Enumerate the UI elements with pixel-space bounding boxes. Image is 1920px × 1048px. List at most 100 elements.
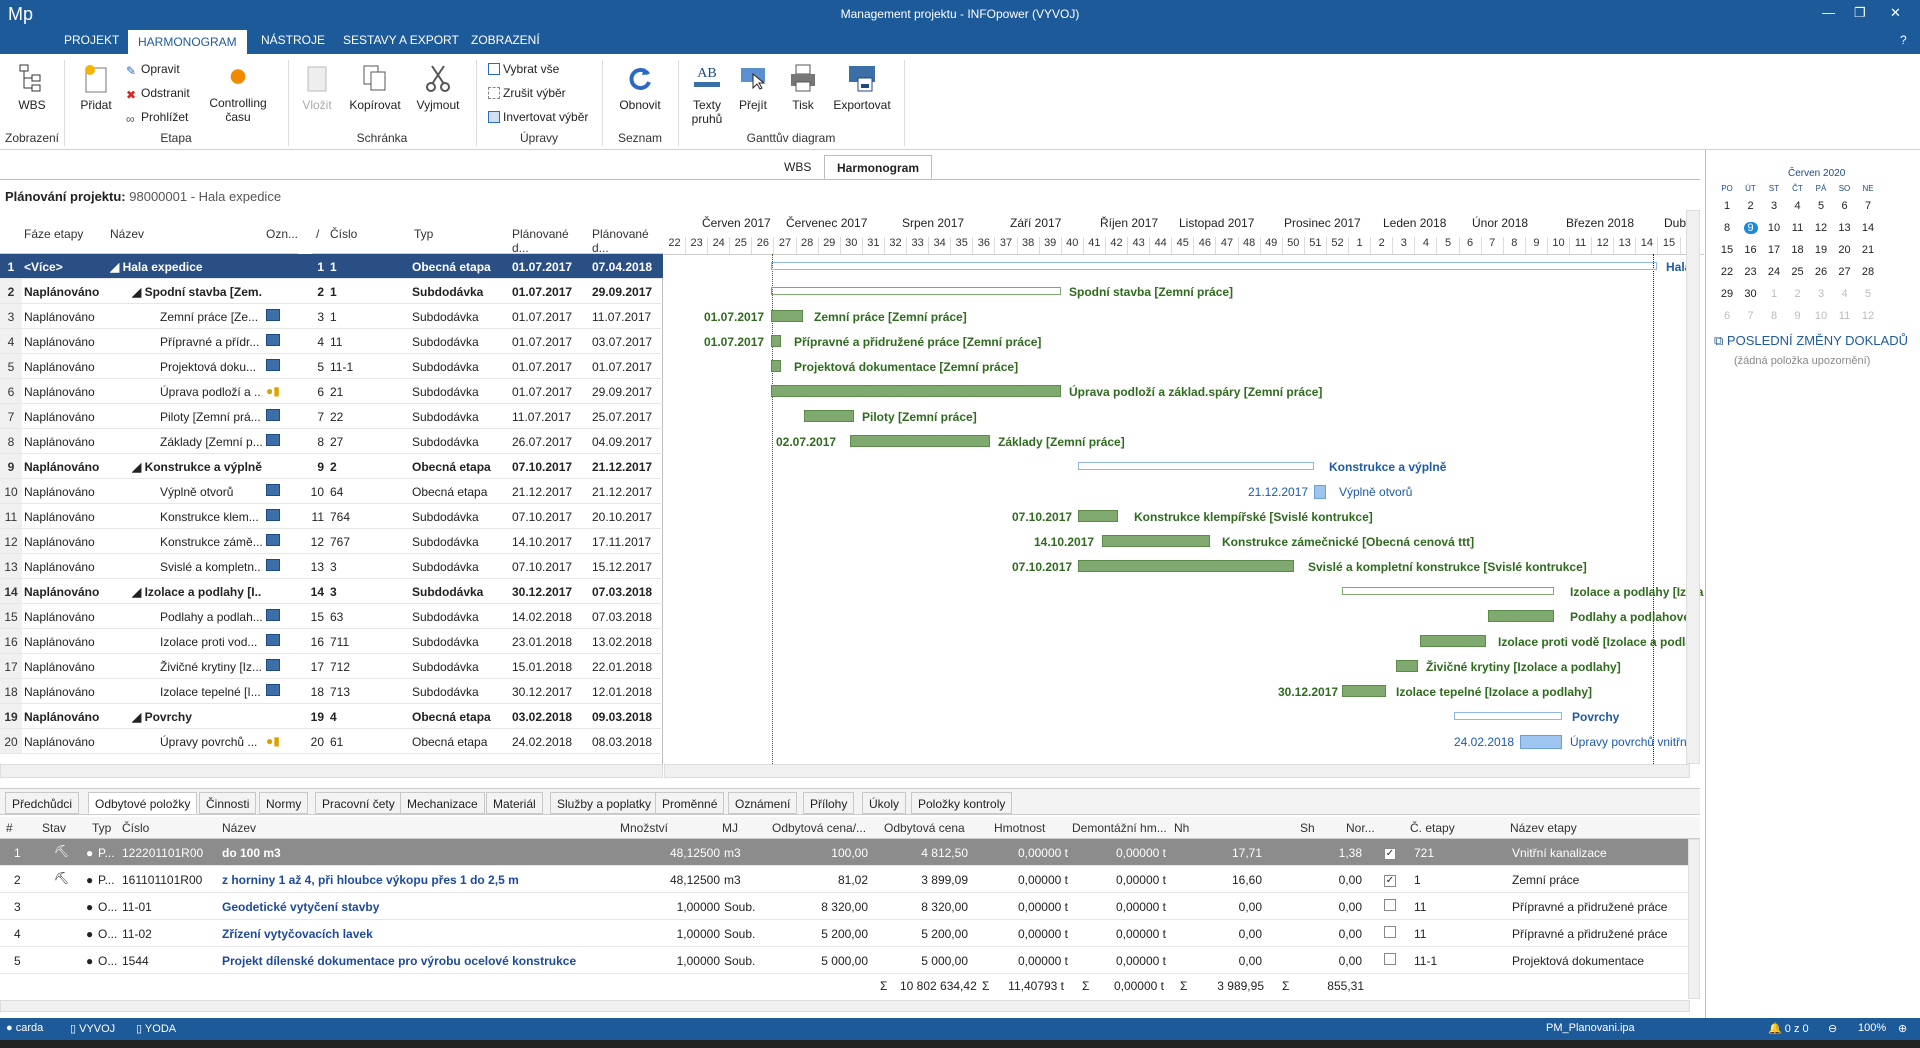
- detail-tab[interactable]: Proměnné: [655, 792, 725, 814]
- column-header[interactable]: Sh: [1300, 821, 1315, 835]
- calendar-day[interactable]: 23: [1740, 266, 1762, 278]
- gantt-bar[interactable]: [771, 335, 781, 347]
- col-cislo[interactable]: Číslo: [326, 210, 410, 254]
- column-header[interactable]: Název etapy: [1510, 821, 1577, 835]
- minimize-button[interactable]: —: [1822, 5, 1835, 20]
- prohlizet-button[interactable]: ∞ Prohlížet: [126, 110, 188, 126]
- grid-row[interactable]: 4 Naplánováno Přípravné a přídr... 4 11 Subdo…: [0, 329, 663, 354]
- calendar-day[interactable]: 24: [1763, 266, 1785, 278]
- gantt-bar[interactable]: [804, 410, 854, 422]
- table-row[interactable]: 3 ● O... 11-01 Geodetické vytyčení stavby 1,0…: [0, 893, 1688, 920]
- gantt-bar[interactable]: [771, 262, 1657, 270]
- grid-row[interactable]: 12 Naplánováno Konstrukce zámě... 12 767 Subd…: [0, 529, 663, 554]
- column-header[interactable]: #: [6, 821, 13, 835]
- calendar-day[interactable]: 1: [1763, 288, 1785, 300]
- zoom-out-button[interactable]: ⊖: [1828, 1022, 1837, 1035]
- calendar-day[interactable]: 11: [1787, 222, 1809, 234]
- calendar-day[interactable]: 5: [1857, 288, 1879, 300]
- column-header[interactable]: MJ: [722, 821, 738, 835]
- grid-row[interactable]: 3 Naplánováno Zemní práce [Ze... 3 1 Subdodáv…: [0, 304, 663, 329]
- calendar-day[interactable]: 10: [1763, 222, 1785, 234]
- grid-row[interactable]: 16 Naplánováno Izolace proti vod... 16 711 Su…: [0, 629, 663, 654]
- col-faze[interactable]: Fáze etapy: [20, 210, 106, 254]
- calendar-day[interactable]: 6: [1716, 310, 1738, 322]
- col-ozn[interactable]: Ozn...: [262, 210, 298, 254]
- obnovit-button[interactable]: Obnovit: [616, 62, 664, 112]
- gantt-bar[interactable]: [1342, 685, 1386, 697]
- column-header[interactable]: Nh: [1174, 821, 1189, 835]
- grid-row[interactable]: 6 Naplánováno Úprava podloží a ... ●▮ 6 21 Sub…: [0, 379, 663, 404]
- calendar-day[interactable]: 28: [1857, 266, 1879, 278]
- gantt-bar[interactable]: [1396, 660, 1418, 672]
- close-button[interactable]: ✕: [1890, 5, 1901, 21]
- grid-row[interactable]: 9 Naplánováno ◢ Konstrukce a výplně 9 2 Obecn…: [0, 454, 663, 479]
- grid-row[interactable]: 10 Naplánováno Výplně otvorů 10 64 Obecná eta…: [0, 479, 663, 504]
- column-header[interactable]: Název: [222, 821, 256, 835]
- calendar-day[interactable]: 25: [1787, 266, 1809, 278]
- gantt-bar[interactable]: [771, 360, 781, 372]
- detail-tab[interactable]: Položky kontroly: [911, 792, 1013, 814]
- view-tab-wbs[interactable]: WBS: [772, 155, 823, 180]
- calendar-day[interactable]: 13: [1834, 222, 1856, 234]
- odstranit-button[interactable]: ✖ Odstranit: [126, 86, 190, 102]
- zoom-in-button[interactable]: ⊕: [1898, 1022, 1907, 1035]
- calendar-day[interactable]: 8: [1763, 310, 1785, 322]
- col-plan-od[interactable]: Plánované d...: [508, 210, 588, 255]
- gantt-bar[interactable]: [1314, 485, 1326, 499]
- invertovat-button[interactable]: Invertovat výběr: [488, 110, 588, 124]
- detail-tab[interactable]: Materiál: [486, 792, 543, 814]
- norm-checkbox[interactable]: ✓: [1384, 845, 1396, 860]
- vyjmout-button[interactable]: Vyjmout: [414, 62, 462, 112]
- column-header[interactable]: Hmotnost: [994, 821, 1045, 835]
- calendar-day[interactable]: 22: [1716, 266, 1738, 278]
- column-header[interactable]: Demontážní hm...: [1072, 821, 1167, 835]
- prejit-button[interactable]: Přejít: [736, 62, 770, 112]
- calendar-day[interactable]: 29: [1716, 288, 1738, 300]
- calendar-day[interactable]: 15: [1716, 244, 1738, 256]
- calendar-day[interactable]: 20: [1834, 244, 1856, 256]
- gantt-bar[interactable]: [1342, 587, 1554, 595]
- gantt-bar[interactable]: [1488, 610, 1554, 622]
- calendar-day[interactable]: 10: [1810, 310, 1832, 322]
- gantt-bar[interactable]: [850, 435, 990, 447]
- calendar-day[interactable]: 4: [1834, 288, 1856, 300]
- norm-checkbox[interactable]: ✓: [1384, 872, 1396, 887]
- gantt-bar[interactable]: [1520, 735, 1562, 749]
- calendar-day[interactable]: 14: [1857, 222, 1879, 234]
- pridat-button[interactable]: Přidat: [78, 62, 114, 112]
- calendar-day[interactable]: 12: [1857, 310, 1879, 322]
- kopirovat-button[interactable]: Kopírovat: [347, 62, 403, 112]
- column-header[interactable]: Č. etapy: [1410, 821, 1455, 835]
- detail-tab[interactable]: Odbytové položky: [88, 792, 198, 814]
- col-nazev[interactable]: Název: [106, 210, 262, 254]
- calendar-day[interactable]: 2: [1787, 288, 1809, 300]
- gantt-bar[interactable]: [1420, 635, 1486, 647]
- tisk-button[interactable]: Tisk: [786, 62, 820, 112]
- col-typ[interactable]: Typ: [410, 210, 510, 254]
- calendar-day[interactable]: 18: [1787, 244, 1809, 256]
- grid-row[interactable]: 5 Naplánováno Projektová doku... 5 11-1 Subdo…: [0, 354, 663, 379]
- table-row[interactable]: 1 ⛏ ● P... 122201101R00 do 100 m3 48,12500 m3 10…: [0, 839, 1688, 866]
- gantt-bar[interactable]: [1102, 535, 1210, 547]
- norm-checkbox[interactable]: [1384, 953, 1396, 968]
- detail-tab[interactable]: Předchůdci: [5, 792, 80, 814]
- grid-row[interactable]: 13 Naplánováno Svislé a kompletn... 13 3 Subd…: [0, 554, 663, 579]
- calendar-day[interactable]: 5: [1810, 200, 1832, 212]
- calendar-day[interactable]: 9: [1743, 222, 1758, 234]
- exportovat-button[interactable]: Exportovat: [830, 62, 894, 112]
- detail-tab[interactable]: Přílohy: [803, 792, 855, 814]
- tab-harmonogram[interactable]: HARMONOGRAM: [128, 30, 247, 54]
- detail-tab[interactable]: Služby a poplatky: [550, 792, 659, 814]
- grid-row[interactable]: 18 Naplánováno Izolace tepelné [I... 18 713 S…: [0, 679, 663, 704]
- col-plan-do[interactable]: Plánované d...: [588, 210, 663, 255]
- detail-tab[interactable]: Činnosti: [199, 792, 257, 814]
- calendar-day[interactable]: 7: [1857, 200, 1879, 212]
- column-header[interactable]: Typ: [92, 821, 111, 835]
- calendar-day[interactable]: 30: [1740, 288, 1762, 300]
- vybrat-vse-button[interactable]: Vybrat vše: [488, 62, 559, 76]
- column-header[interactable]: Stav: [42, 821, 66, 835]
- zrusit-vyber-button[interactable]: Zrušit výběr: [488, 86, 566, 100]
- grid-row[interactable]: 19 Naplánováno ◢ Povrchy 19 4 Obecná etapa 03.…: [0, 704, 663, 729]
- column-header[interactable]: Odbytová cena/...: [772, 821, 866, 835]
- controlling-button[interactable]: Controlling času: [208, 66, 268, 124]
